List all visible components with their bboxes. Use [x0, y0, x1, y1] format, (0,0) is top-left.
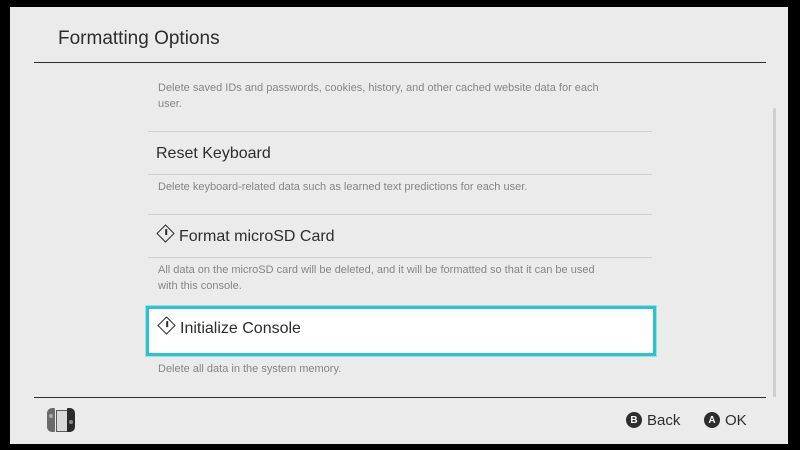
description-line: user. [158, 98, 182, 110]
warning-icon [157, 316, 176, 335]
description-line: with this console. [158, 280, 242, 292]
settings-screen: Formatting Options Delete saved IDs and … [10, 7, 788, 444]
ok-label: OK [725, 411, 747, 429]
option-label: Initialize Console [180, 320, 301, 337]
back-label: Back [647, 411, 681, 429]
b-button-icon: B [626, 412, 642, 428]
list-divider [148, 131, 652, 132]
list-divider [148, 257, 652, 258]
description-line: All data on the microSD card will be del… [158, 264, 595, 276]
description-line: Delete all data in the system memory. [158, 363, 342, 375]
option-label: Format microSD Card [179, 228, 335, 245]
description-line: Delete keyboard-related data such as lea… [158, 181, 528, 193]
page-title: Formatting Options [58, 28, 220, 49]
option-initialize-console[interactable]: Initialize Console [146, 306, 656, 356]
option-label: Reset Keyboard [156, 145, 271, 162]
scrollbar[interactable] [773, 108, 776, 397]
description-line: Delete saved IDs and passwords, cookies,… [158, 82, 599, 94]
warning-icon [156, 224, 175, 243]
option-label-wrap: Initialize Console [157, 316, 301, 338]
footer-divider [34, 397, 766, 398]
option-description: Delete all data in the system memory. [158, 361, 678, 377]
list-divider [148, 214, 652, 215]
ok-button[interactable]: A OK [704, 411, 747, 429]
back-button[interactable]: B Back [626, 411, 680, 429]
a-button-icon: A [704, 412, 720, 428]
option-reset-keyboard[interactable]: Reset Keyboard [156, 145, 271, 163]
right-joycon-icon [67, 408, 75, 432]
list-divider [148, 174, 652, 175]
option-description: Delete keyboard-related data such as lea… [158, 179, 678, 195]
joycon-controller-icon [47, 408, 83, 432]
option-description: Delete saved IDs and passwords, cookies,… [158, 80, 678, 112]
option-description: All data on the microSD card will be del… [158, 262, 678, 294]
footer: B Back A OK [10, 397, 788, 444]
options-list[interactable]: Delete saved IDs and passwords, cookies,… [10, 63, 788, 397]
header: Formatting Options [10, 7, 788, 63]
left-joycon-icon [47, 408, 55, 432]
option-format-microsd[interactable]: Format microSD Card [156, 224, 335, 246]
